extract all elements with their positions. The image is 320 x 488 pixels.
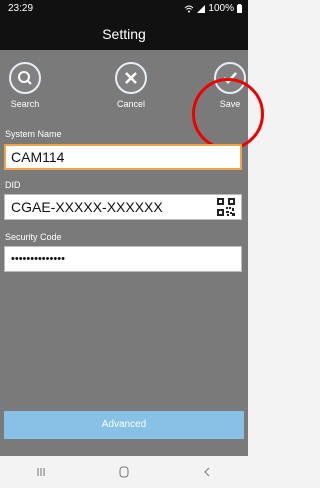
security-code-field[interactable]: ••••••••••••••: [4, 246, 242, 272]
search-icon: [18, 71, 32, 85]
annotation-circle: [192, 78, 264, 150]
cancel-circle[interactable]: [115, 62, 147, 94]
cancel-button[interactable]: Cancel: [106, 62, 156, 109]
search-button[interactable]: Search: [0, 62, 50, 109]
security-code-label: Security Code: [5, 232, 62, 242]
nav-recents-button[interactable]: [21, 456, 61, 488]
did-field[interactable]: CGAE-XXXXX-XXXXXX: [4, 194, 242, 220]
did-value: CGAE-XXXXX-XXXXXX: [11, 199, 163, 215]
status-bar: 23:29 100%: [0, 0, 248, 18]
system-name-field[interactable]: CAM114: [4, 144, 242, 170]
nav-home-button[interactable]: [104, 456, 144, 488]
did-label: DID: [5, 180, 21, 190]
status-icons: 100%: [184, 3, 242, 14]
qr-code-icon[interactable]: [217, 198, 235, 216]
nav-back-button[interactable]: [187, 456, 227, 488]
search-label: Search: [10, 99, 40, 109]
cancel-label: Cancel: [116, 99, 145, 109]
signal-icon: [197, 4, 206, 13]
wifi-icon: [185, 5, 194, 12]
settings-panel: Search Cancel Save System Name CAM114 DI…: [0, 50, 264, 456]
search-circle[interactable]: [9, 62, 41, 94]
battery-percent: 100%: [208, 3, 234, 14]
advanced-button[interactable]: Advanced: [4, 411, 244, 439]
battery-icon: [237, 4, 242, 13]
nav-recents-icon: [37, 468, 45, 476]
page-title: Setting: [0, 18, 248, 50]
nav-home-icon: [119, 466, 129, 478]
status-time: 23:29: [8, 3, 34, 14]
system-nav-bar: [0, 456, 248, 488]
system-name-label: System Name: [5, 129, 62, 139]
nav-back-icon: [203, 467, 209, 477]
close-icon: [125, 72, 137, 84]
